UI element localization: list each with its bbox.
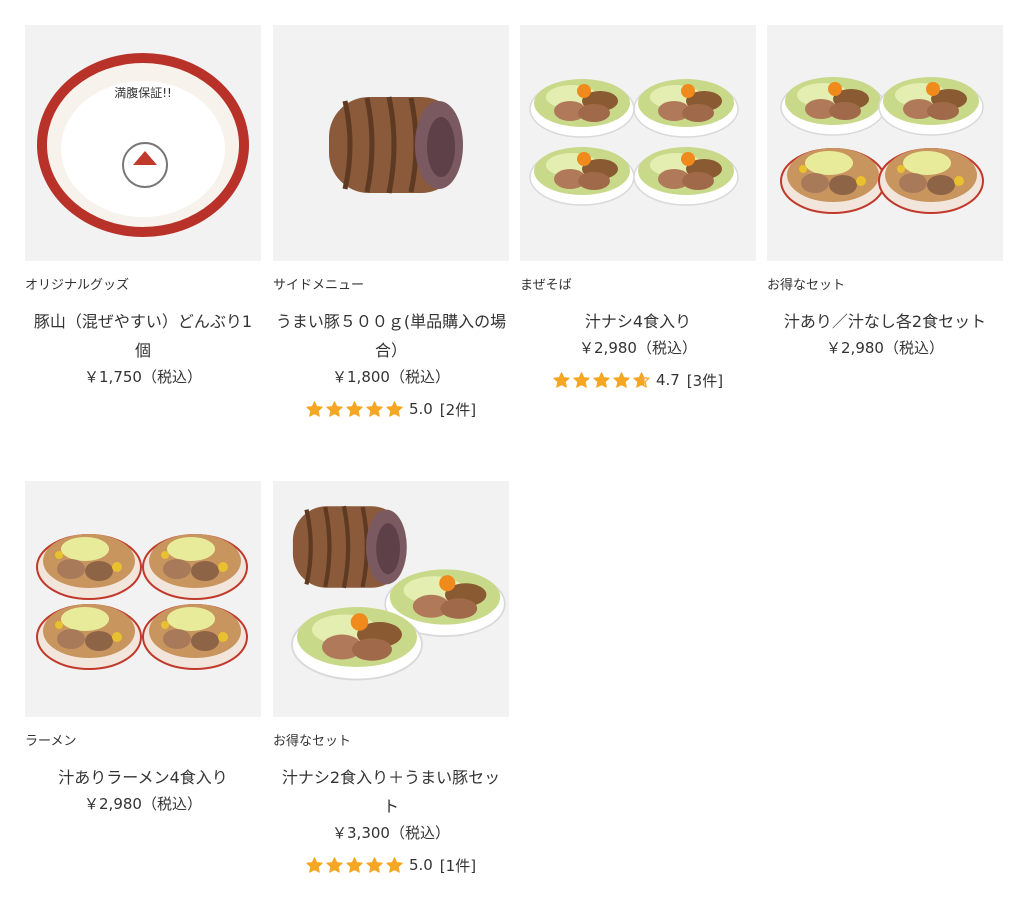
mixed-set-4-bowls-image[interactable] [767, 25, 1003, 261]
product-category: お得なセット [767, 278, 846, 293]
product-category: サイドメニュー [273, 278, 365, 293]
product-card[interactable]: お得なセット 汁ナシ2食入り＋うまい豚セット ￥3,300（税込） 5.0 [1… [273, 481, 509, 876]
star-full-icon [593, 372, 610, 388]
product-price: ￥1,800（税込） [332, 368, 450, 386]
rating-value: 4.7 [655, 371, 680, 389]
rating-stars [306, 857, 403, 873]
product-card[interactable]: 満腹保証!! オリジナルグッズ 豚山（混ぜやすい）どんぶり1個 ￥1,750（税… [25, 25, 261, 389]
star-full-icon [573, 372, 590, 388]
product-price: ￥2,980（税込） [579, 339, 697, 357]
review-count: [1件] [439, 856, 477, 875]
product-name-link[interactable]: 汁ナシ4食入り [520, 307, 756, 336]
star-full-icon [386, 857, 403, 873]
star-full-icon [346, 857, 363, 873]
product-price: ￥2,980（税込） [84, 795, 202, 813]
rating-stars [306, 401, 403, 417]
star-full-icon [366, 401, 383, 417]
rating-value: 5.0 [408, 856, 433, 874]
product-name-link[interactable]: 汁ありラーメン4食入り [25, 763, 261, 792]
product-category: オリジナルグッズ [25, 278, 130, 293]
star-full-icon [326, 857, 343, 873]
product-category: ラーメン [25, 734, 77, 749]
mazesoba-and-pork-set-image[interactable] [273, 481, 509, 717]
product-name-link[interactable]: 汁あり／汁なし各2食セット [767, 307, 1003, 336]
mazesoba-4-bowls-image[interactable] [520, 25, 756, 261]
product-category: まぜそば [520, 278, 572, 293]
rating-stars [553, 372, 650, 388]
product-rating[interactable]: 4.7 [3件] [520, 369, 756, 391]
svg-text:満腹保証!!: 満腹保証!! [114, 86, 172, 100]
star-full-icon [306, 857, 323, 873]
star-full-icon [613, 372, 630, 388]
chashu-pork-roll-image[interactable] [273, 25, 509, 261]
product-rating[interactable]: 5.0 [1件] [273, 854, 509, 876]
star-full-icon [366, 857, 383, 873]
star-half-icon [633, 372, 650, 388]
ramen-bowl-image[interactable]: 満腹保証!! [25, 25, 261, 261]
product-card[interactable]: サイドメニュー うまい豚５００ｇ(単品購入の場合） ￥1,800（税込） 5.0… [273, 25, 509, 420]
product-category: お得なセット [273, 734, 352, 749]
product-card[interactable]: お得なセット 汁あり／汁なし各2食セット ￥2,980（税込） [767, 25, 1003, 360]
star-full-icon [306, 401, 323, 417]
product-price: ￥2,980（税込） [826, 339, 944, 357]
product-name-link[interactable]: 豚山（混ぜやすい）どんぶり1個 [25, 307, 261, 365]
ramen-4-bowls-image[interactable] [25, 481, 261, 717]
rating-value: 5.0 [408, 400, 433, 418]
star-full-icon [386, 401, 403, 417]
review-count: [2件] [439, 400, 477, 419]
review-count: [3件] [686, 371, 724, 390]
product-price: ￥3,300（税込） [332, 824, 450, 842]
product-card[interactable]: まぜそば 汁ナシ4食入り ￥2,980（税込） 4.7 [3件] [520, 25, 756, 391]
product-rating[interactable]: 5.0 [2件] [273, 398, 509, 420]
product-name-link[interactable]: うまい豚５００ｇ(単品購入の場合） [273, 307, 509, 365]
product-card[interactable]: ラーメン 汁ありラーメン4食入り ￥2,980（税込） [25, 481, 261, 816]
product-price: ￥1,750（税込） [84, 368, 202, 386]
product-name-link[interactable]: 汁ナシ2食入り＋うまい豚セット [273, 763, 509, 821]
star-full-icon [326, 401, 343, 417]
star-full-icon [553, 372, 570, 388]
star-full-icon [346, 401, 363, 417]
